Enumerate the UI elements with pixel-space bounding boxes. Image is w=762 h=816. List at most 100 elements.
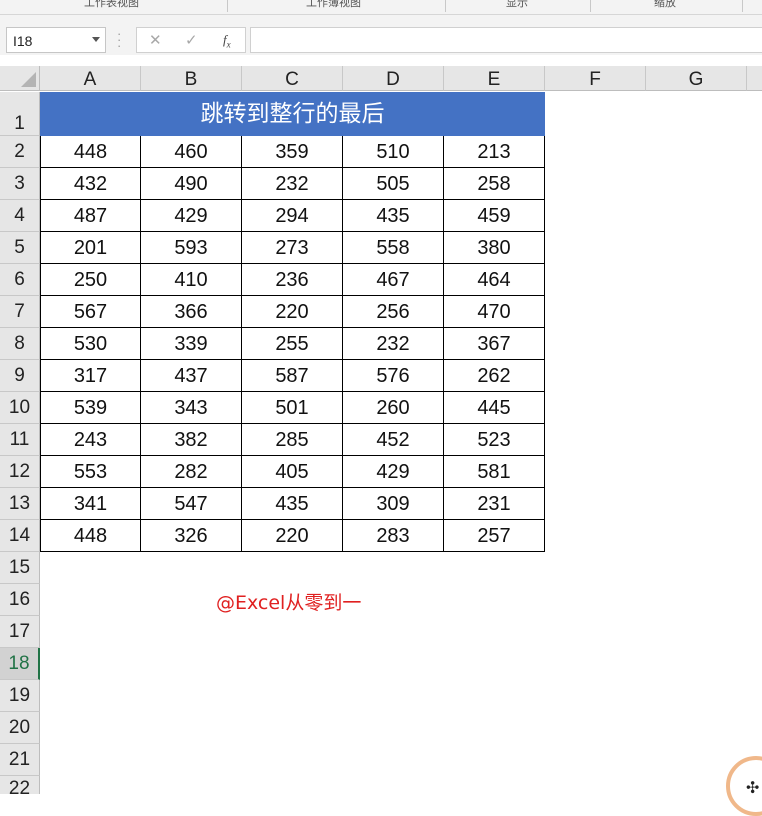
formula-input[interactable] xyxy=(250,27,762,53)
table-cell[interactable]: 367 xyxy=(444,328,545,360)
chevron-down-icon[interactable] xyxy=(92,37,100,42)
row-header-14[interactable]: 14 xyxy=(0,520,40,552)
table-cell[interactable]: 452 xyxy=(343,424,444,456)
table-cell[interactable]: 255 xyxy=(242,328,343,360)
table-cell[interactable]: 581 xyxy=(444,456,545,488)
table-cell[interactable]: 505 xyxy=(343,168,444,200)
insert-function-icon[interactable]: fx xyxy=(223,32,231,50)
row-header-4[interactable]: 4 xyxy=(0,200,40,232)
name-box[interactable]: I18 xyxy=(6,27,106,53)
table-cell[interactable]: 382 xyxy=(141,424,242,456)
table-cell[interactable]: 309 xyxy=(343,488,444,520)
row-header-3[interactable]: 3 xyxy=(0,168,40,200)
table-cell[interactable]: 262 xyxy=(444,360,545,392)
check-icon[interactable]: ✓ xyxy=(185,31,198,49)
table-cell[interactable]: 366 xyxy=(141,296,242,328)
column-header-e[interactable]: E xyxy=(444,66,545,91)
table-cell[interactable]: 359 xyxy=(242,136,343,168)
table-cell[interactable]: 448 xyxy=(40,520,141,552)
row-header-6[interactable]: 6 xyxy=(0,264,40,296)
table-cell[interactable]: 593 xyxy=(141,232,242,264)
row-header-8[interactable]: 8 xyxy=(0,328,40,360)
table-cell[interactable]: 256 xyxy=(343,296,444,328)
table-cell[interactable]: 257 xyxy=(444,520,545,552)
row-header-20[interactable]: 20 xyxy=(0,712,40,744)
table-cell[interactable]: 317 xyxy=(40,360,141,392)
row-header-22[interactable]: 22 xyxy=(0,776,40,799)
table-cell[interactable]: 539 xyxy=(40,392,141,424)
table-cell[interactable]: 470 xyxy=(444,296,545,328)
row-header-7[interactable]: 7 xyxy=(0,296,40,328)
table-cell[interactable]: 437 xyxy=(141,360,242,392)
table-cell[interactable]: 432 xyxy=(40,168,141,200)
column-header-f[interactable]: F xyxy=(545,66,646,91)
table-cell[interactable]: 236 xyxy=(242,264,343,296)
table-cell[interactable]: 448 xyxy=(40,136,141,168)
table-cell[interactable]: 523 xyxy=(444,424,545,456)
table-cell[interactable]: 258 xyxy=(444,168,545,200)
table-cell[interactable]: 429 xyxy=(141,200,242,232)
table-cell[interactable]: 243 xyxy=(40,424,141,456)
row-header-11[interactable]: 11 xyxy=(0,424,40,456)
column-header-h[interactable] xyxy=(747,66,762,91)
table-cell[interactable]: 467 xyxy=(343,264,444,296)
table-cell[interactable]: 220 xyxy=(242,296,343,328)
row-header-19[interactable]: 19 xyxy=(0,680,40,712)
cancel-icon[interactable]: ✕ xyxy=(149,31,162,49)
table-cell[interactable]: 501 xyxy=(242,392,343,424)
table-cell[interactable]: 220 xyxy=(242,520,343,552)
column-header-a[interactable]: A xyxy=(40,66,141,91)
table-cell[interactable]: 232 xyxy=(242,168,343,200)
table-cell[interactable]: 285 xyxy=(242,424,343,456)
column-header-b[interactable]: B xyxy=(141,66,242,91)
table-cell[interactable]: 213 xyxy=(444,136,545,168)
table-cell[interactable]: 339 xyxy=(141,328,242,360)
table-cell[interactable]: 435 xyxy=(343,200,444,232)
row-header-2[interactable]: 2 xyxy=(0,136,40,168)
table-cell[interactable]: 326 xyxy=(141,520,242,552)
table-cell[interactable]: 282 xyxy=(141,456,242,488)
table-cell[interactable]: 490 xyxy=(141,168,242,200)
table-cell[interactable]: 283 xyxy=(343,520,444,552)
row-header-18[interactable]: 18 xyxy=(0,648,40,680)
row-header-17[interactable]: 17 xyxy=(0,616,40,648)
table-cell[interactable]: 460 xyxy=(141,136,242,168)
table-cell[interactable]: 464 xyxy=(444,264,545,296)
column-header-g[interactable]: G xyxy=(646,66,747,91)
table-cell[interactable]: 547 xyxy=(141,488,242,520)
table-cell[interactable]: 410 xyxy=(141,264,242,296)
row-header-15[interactable]: 15 xyxy=(0,552,40,584)
table-cell[interactable]: 435 xyxy=(242,488,343,520)
table-cell[interactable]: 201 xyxy=(40,232,141,264)
row-header-10[interactable]: 10 xyxy=(0,392,40,424)
column-header-d[interactable]: D xyxy=(343,66,444,91)
table-cell[interactable]: 231 xyxy=(444,488,545,520)
row-header-1[interactable]: 1 xyxy=(0,92,40,136)
row-header-12[interactable]: 12 xyxy=(0,456,40,488)
table-cell[interactable]: 273 xyxy=(242,232,343,264)
table-cell[interactable]: 250 xyxy=(40,264,141,296)
row-header-16[interactable]: 16 xyxy=(0,584,40,616)
title-cell[interactable]: 跳转到整行的最后 xyxy=(40,92,545,136)
row-header-21[interactable]: 21 xyxy=(0,744,40,776)
table-cell[interactable]: 380 xyxy=(444,232,545,264)
table-cell[interactable]: 558 xyxy=(343,232,444,264)
table-cell[interactable]: 232 xyxy=(343,328,444,360)
row-header-5[interactable]: 5 xyxy=(0,232,40,264)
table-cell[interactable]: 510 xyxy=(343,136,444,168)
table-cell[interactable]: 294 xyxy=(242,200,343,232)
table-cell[interactable]: 587 xyxy=(242,360,343,392)
table-cell[interactable]: 530 xyxy=(40,328,141,360)
table-cell[interactable]: 459 xyxy=(444,200,545,232)
table-cell[interactable]: 429 xyxy=(343,456,444,488)
table-cell[interactable]: 343 xyxy=(141,392,242,424)
table-cell[interactable]: 341 xyxy=(40,488,141,520)
column-header-c[interactable]: C xyxy=(242,66,343,91)
row-header-9[interactable]: 9 xyxy=(0,360,40,392)
table-cell[interactable]: 445 xyxy=(444,392,545,424)
table-cell[interactable]: 405 xyxy=(242,456,343,488)
table-cell[interactable]: 576 xyxy=(343,360,444,392)
select-all-button[interactable] xyxy=(0,66,40,91)
table-cell[interactable]: 260 xyxy=(343,392,444,424)
table-cell[interactable]: 487 xyxy=(40,200,141,232)
